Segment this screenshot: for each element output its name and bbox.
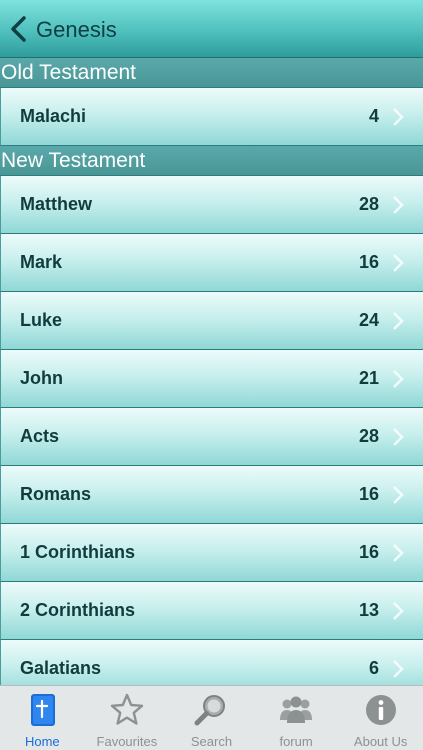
tab-label: Home — [24, 734, 60, 749]
chapter-count: 24 — [358, 310, 379, 330]
back-button[interactable]: Genesis — [0, 0, 117, 58]
book-name: Galatians — [20, 658, 102, 678]
book-row-malachi[interactable]: Malachi 4 — [0, 88, 423, 146]
chevron-left-icon — [11, 15, 26, 42]
book-row-romans[interactable]: Romans 16 — [0, 466, 423, 524]
chapter-count: 28 — [358, 194, 379, 214]
tab-search[interactable]: Search — [169, 686, 254, 750]
section-header-old-testament: Old Testament — [0, 58, 423, 88]
chevron-right-icon — [393, 369, 404, 388]
book-name: Acts — [20, 426, 60, 446]
chevron-right-icon — [393, 195, 404, 214]
book-name: Luke — [20, 310, 63, 330]
tab-home[interactable]: Home — [0, 686, 85, 750]
book-row-john[interactable]: John 21 — [0, 350, 423, 408]
book-row-1-corinthians[interactable]: 1 Corinthians 16 — [0, 524, 423, 582]
chevron-right-icon — [393, 601, 404, 620]
tab-forum[interactable]: forum — [254, 686, 339, 750]
chapter-count: 13 — [358, 600, 379, 620]
chevron-right-icon — [393, 107, 404, 126]
tab-about-us[interactable]: About Us — [338, 686, 423, 750]
chapter-count: 4 — [368, 106, 379, 126]
section-header-new-testament: New Testament — [0, 146, 423, 176]
book-row-mark[interactable]: Mark 16 — [0, 234, 423, 292]
book-row-galatians[interactable]: Galatians 6 — [0, 640, 423, 685]
book-list[interactable]: Old Testament Malachi 4 New Testament Ma… — [0, 58, 423, 685]
book-name: Matthew — [20, 194, 92, 214]
chapter-count: 16 — [358, 542, 379, 562]
magnifier-icon — [194, 695, 226, 726]
chapter-count: 16 — [358, 252, 379, 272]
book-name: Malachi — [20, 106, 87, 126]
tab-favourites[interactable]: Favourites — [85, 686, 170, 750]
chapter-count: 21 — [358, 368, 379, 388]
chapter-count: 6 — [368, 658, 379, 678]
people-icon — [280, 696, 313, 723]
book-row-matthew[interactable]: Matthew 28 — [0, 176, 423, 234]
book-row-acts[interactable]: Acts 28 — [0, 408, 423, 466]
star-icon — [110, 693, 144, 725]
book-row-luke[interactable]: Luke 24 — [0, 292, 423, 350]
chevron-right-icon — [393, 543, 404, 562]
book-name: Mark — [20, 252, 63, 272]
book-name: 2 Corinthians — [20, 600, 136, 620]
back-label: Genesis — [36, 16, 117, 42]
tab-label: About Us — [353, 734, 408, 749]
chevron-right-icon — [393, 659, 404, 678]
tab-label: forum — [279, 734, 313, 749]
navigation-bar: Genesis — [0, 0, 423, 58]
chevron-right-icon — [393, 427, 404, 446]
chevron-right-icon — [393, 311, 404, 330]
book-name: John — [20, 368, 63, 388]
chapter-count: 16 — [358, 484, 379, 504]
tab-label: Search — [190, 734, 233, 749]
book-name: Romans — [20, 484, 92, 504]
tab-label: Favourites — [96, 734, 158, 749]
chevron-right-icon — [393, 253, 404, 272]
info-icon — [365, 695, 396, 725]
tab-bar: Home Favourites Search forum About Us — [0, 685, 423, 750]
book-name: 1 Corinthians — [20, 542, 136, 562]
chevron-right-icon — [393, 485, 404, 504]
book-row-2-corinthians[interactable]: 2 Corinthians 13 — [0, 582, 423, 640]
chapter-count: 28 — [358, 426, 379, 446]
bible-book-icon — [31, 694, 56, 726]
